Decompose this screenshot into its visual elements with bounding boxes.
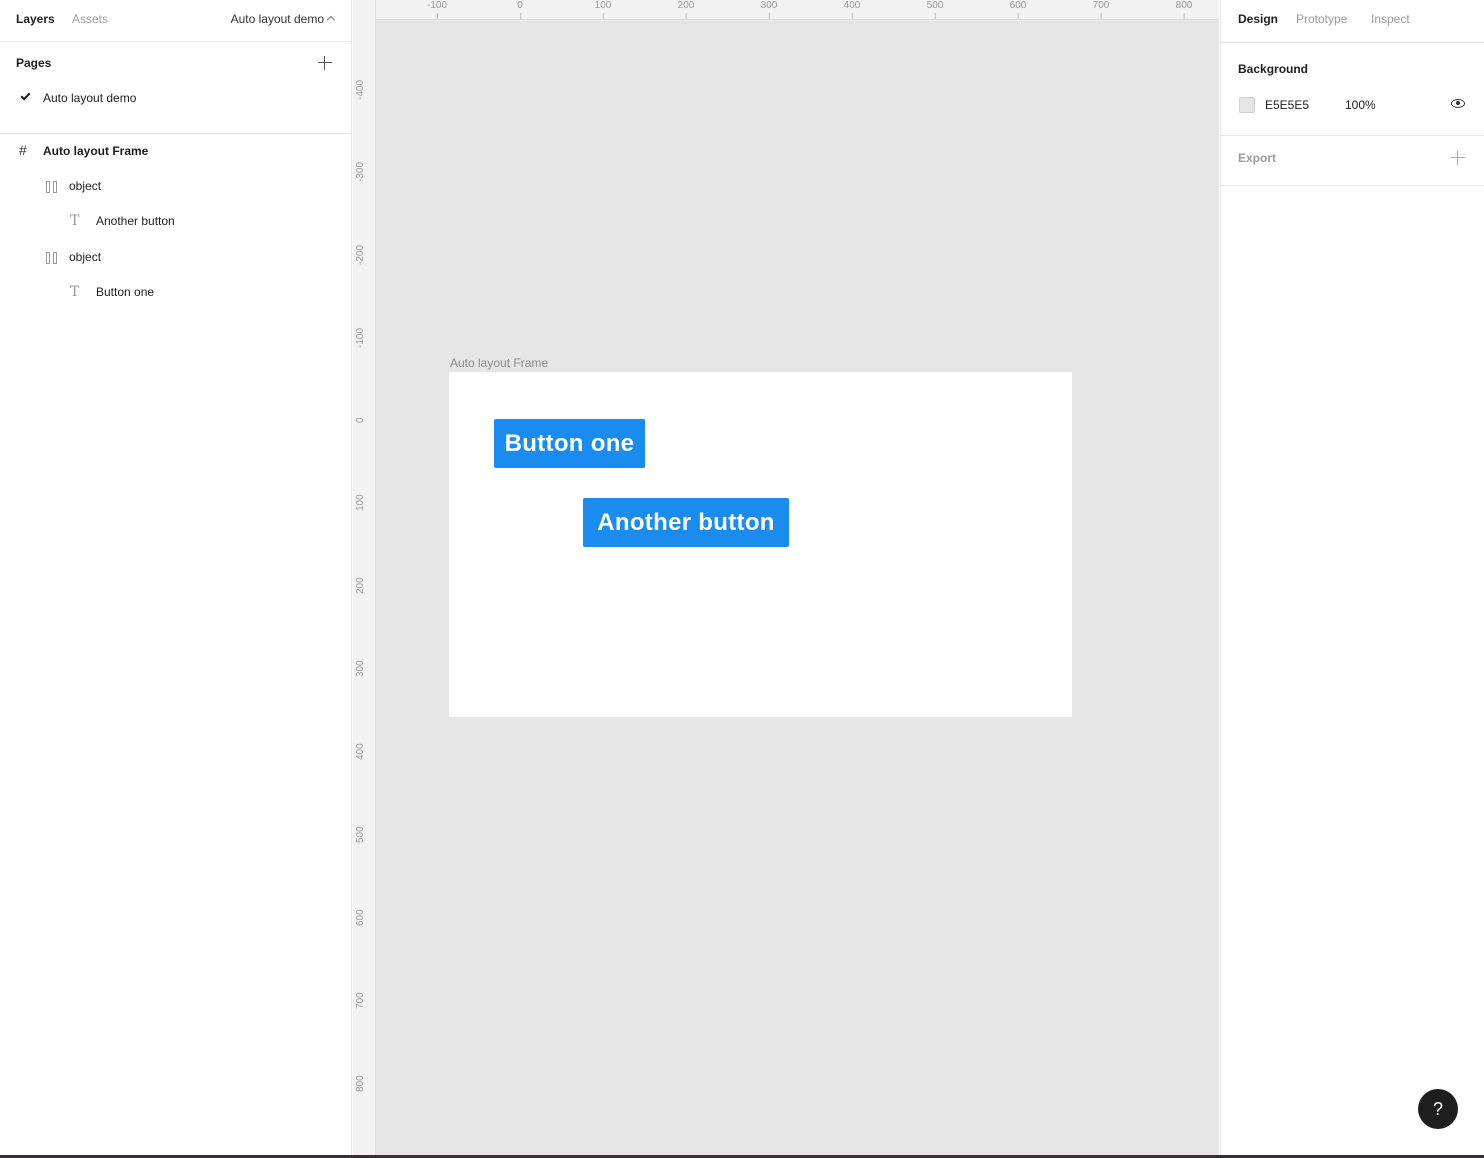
page-label: Auto layout demo (43, 91, 137, 105)
divider (1221, 185, 1484, 186)
tab-assets[interactable]: Assets (72, 12, 108, 26)
ruler-tick: 400 (355, 743, 366, 760)
ruler-tick: 100 (594, 0, 612, 19)
ruler-tick: -300 (355, 161, 366, 182)
ruler-tick: 200 (355, 577, 366, 594)
ruler-tick: 300 (355, 660, 366, 677)
ruler-tick: 800 (1175, 0, 1193, 19)
ruler-tick: -100 (355, 327, 366, 348)
ruler-tick: 100 (355, 494, 366, 511)
layer-auto-layout-frame[interactable]: # Auto layout Frame (0, 136, 352, 166)
eye-icon[interactable] (1451, 99, 1465, 108)
layer-label: Button one (96, 285, 155, 299)
page-switcher[interactable]: Auto layout demo (230, 12, 336, 26)
ruler-tick: 500 (355, 826, 366, 843)
chevron-up-icon (326, 15, 336, 25)
button-one[interactable]: Button one (494, 419, 645, 468)
layer-object[interactable]: object (0, 242, 352, 272)
ruler-tick: 700 (1092, 0, 1110, 19)
divider (0, 133, 352, 134)
ruler-tick: -400 (355, 79, 366, 100)
layer-label: Auto layout Frame (43, 144, 149, 158)
background-title: Background (1238, 62, 1309, 76)
auto-layout-icon (46, 252, 58, 264)
layer-label: object (69, 179, 102, 193)
ruler-tick: -200 (355, 244, 366, 265)
add-page-icon[interactable] (318, 56, 332, 70)
page-switcher-label: Auto layout demo (230, 12, 324, 26)
auto-layout-icon (46, 181, 58, 193)
right-panel-tabs: Design Prototype Inspect (1221, 0, 1484, 43)
ruler-tick: 600 (355, 909, 366, 926)
layers-panel: Layers Assets Auto layout demo Pages Aut… (0, 0, 352, 1155)
ruler-tick: 700 (355, 992, 366, 1009)
design-panel: Design Prototype Inspect Background E5E5… (1220, 0, 1484, 1155)
ruler-tick: 400 (843, 0, 861, 19)
left-panel-header: Layers Assets Auto layout demo (0, 0, 352, 42)
ruler-tick: 0 (517, 0, 523, 19)
check-icon (20, 90, 31, 101)
background-color-swatch[interactable] (1239, 97, 1255, 113)
tab-inspect[interactable]: Inspect (1371, 12, 1410, 26)
layer-object[interactable]: object (0, 171, 352, 201)
ruler-horizontal: -100 0 100 200 300 400 500 600 700 800 (353, 0, 1219, 20)
layer-label: object (69, 250, 102, 264)
ruler-tick: 0 (355, 417, 366, 423)
page-item-auto-layout-demo[interactable]: Auto layout demo (0, 84, 352, 112)
layer-label: Another button (96, 214, 175, 228)
canvas[interactable]: -100 0 100 200 300 400 500 600 700 800 -… (353, 0, 1219, 1155)
help-button[interactable]: ? (1418, 1089, 1458, 1129)
tab-layers[interactable]: Layers (16, 12, 55, 26)
layer-another-button[interactable]: T Another button (0, 206, 352, 236)
export-title: Export (1238, 151, 1277, 165)
frame-hash-icon: # (19, 142, 27, 158)
ruler-tick: 200 (677, 0, 695, 19)
text-icon: T (70, 213, 80, 229)
ruler-tick: -100 (426, 0, 448, 19)
tab-design[interactable]: Design (1238, 12, 1278, 26)
background-opacity-input[interactable]: 100% (1345, 98, 1376, 112)
ruler-tick: 500 (926, 0, 944, 19)
ruler-tick: 600 (1009, 0, 1027, 19)
ruler-tick: 800 (355, 1075, 366, 1092)
background-hex-input[interactable]: E5E5E5 (1265, 98, 1309, 112)
auto-layout-frame[interactable]: Button one Another button (449, 372, 1072, 717)
frame-label[interactable]: Auto layout Frame (450, 356, 548, 370)
tab-prototype[interactable]: Prototype (1296, 12, 1347, 26)
divider (1221, 135, 1484, 136)
another-button[interactable]: Another button (583, 498, 789, 547)
ruler-tick: 300 (760, 0, 778, 19)
ruler-vertical: -400 -300 -200 -100 0 100 200 300 400 50… (353, 0, 376, 1155)
layer-button-one[interactable]: T Button one (0, 277, 352, 307)
text-icon: T (70, 284, 80, 300)
pages-title: Pages (16, 56, 52, 70)
add-export-icon[interactable] (1451, 151, 1465, 165)
